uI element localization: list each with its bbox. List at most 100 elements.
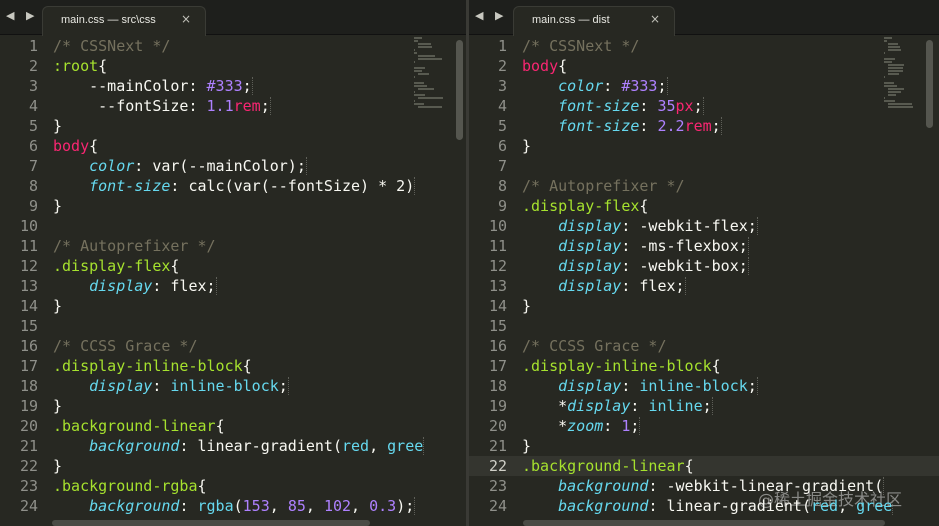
code-line[interactable]: font-size: 2.2rem; xyxy=(522,116,884,136)
minimap[interactable] xyxy=(884,36,922,126)
code-line[interactable]: color: #333; xyxy=(522,76,884,96)
code-line[interactable]: --fontSize: 1.1rem; xyxy=(53,96,413,116)
indent-guide xyxy=(702,97,704,115)
editor-pane-left[interactable]: ◀ ▶ main.css — src\css × 1 2 3 4 5 6 7 8 9 10 11 12… xyxy=(0,0,466,526)
code-line[interactable]: } xyxy=(53,116,413,136)
code-line[interactable]: display: flex; xyxy=(53,276,413,296)
line-number: 12 xyxy=(19,257,38,275)
code-area[interactable]: /* CSSNext */:root{ --mainColor: #333; -… xyxy=(53,36,425,516)
code-token: zoom xyxy=(567,417,604,435)
code-line[interactable]: .background-linear{ xyxy=(514,456,939,476)
code-token: display xyxy=(558,377,622,395)
code-line[interactable]: background: rgba(153, 85, 102, 0.3); xyxy=(53,496,416,516)
code-line[interactable]: } xyxy=(53,296,413,316)
code-token: } xyxy=(53,457,63,475)
minimap-line xyxy=(418,58,442,60)
minimap-line xyxy=(414,100,415,102)
code-line[interactable]: .display-flex{ xyxy=(522,196,884,216)
code-token: { xyxy=(711,357,721,375)
code-token: gree xyxy=(387,437,424,455)
code-line[interactable]: /* CSSNext */ xyxy=(53,36,413,56)
line-number: 19 xyxy=(19,397,38,415)
code-token: , xyxy=(838,497,857,515)
code-line[interactable]: display: -webkit-flex; xyxy=(522,216,884,236)
line-number: 23 xyxy=(488,477,507,495)
line-number: 22 xyxy=(469,456,515,476)
line-number: 4 xyxy=(497,97,507,115)
code-line[interactable]: /* Autoprefixer */ xyxy=(53,236,413,256)
line-number: 3 xyxy=(497,77,507,95)
code-line[interactable]: /* CCSS Grace */ xyxy=(53,336,413,356)
line-number: 6 xyxy=(497,137,507,155)
code-line[interactable]: .display-inline-block{ xyxy=(522,356,884,376)
line-number: 24 xyxy=(488,497,507,515)
code-line[interactable]: *zoom: 1; xyxy=(522,416,884,436)
code-token: { xyxy=(170,257,180,275)
code-line[interactable]: font-size: calc(var(--fontSize) * 2) xyxy=(53,176,416,196)
nav-arrows[interactable]: ◀ ▶ xyxy=(6,9,38,22)
code-line[interactable]: } xyxy=(522,296,884,316)
close-icon[interactable]: × xyxy=(650,12,660,26)
code-line[interactable]: display: inline-block; xyxy=(53,376,413,396)
code-line[interactable]: /* CCSS Grace */ xyxy=(522,336,884,356)
code-line[interactable]: .display-flex{ xyxy=(53,256,413,276)
code-line[interactable]: font-size: 35px; xyxy=(522,96,884,116)
code-token: : flex; xyxy=(152,277,216,295)
code-line[interactable]: :root{ xyxy=(53,56,413,76)
code-line[interactable]: display: inline-block; xyxy=(522,376,884,396)
line-number: 7 xyxy=(28,157,38,175)
code-line[interactable]: display: -ms-flexbox; xyxy=(522,236,884,256)
code-line[interactable]: /* Autoprefixer */ xyxy=(522,176,884,196)
code-line[interactable]: *display: inline; xyxy=(522,396,884,416)
code-line[interactable]: } xyxy=(522,436,884,456)
horizontal-scrollbar[interactable] xyxy=(52,520,370,526)
code-area[interactable]: /* CSSNext */body{ color: #333; font-siz… xyxy=(514,36,939,516)
code-token: .background-linear xyxy=(53,417,216,435)
code-token: { xyxy=(215,417,225,435)
code-line[interactable]: .background-rgba{ xyxy=(53,476,413,496)
minimap[interactable] xyxy=(414,36,452,126)
minimap-line xyxy=(888,49,901,51)
code-line[interactable] xyxy=(522,316,884,336)
code-token: : -webkit-box; xyxy=(621,257,748,275)
code-line[interactable] xyxy=(53,216,413,236)
code-line[interactable]: body{ xyxy=(53,136,413,156)
code-line[interactable]: background: linear-gradient(red, gree xyxy=(53,436,425,456)
code-token: ( xyxy=(233,497,243,515)
code-line[interactable]: } xyxy=(53,196,413,216)
code-token: background xyxy=(89,497,180,515)
code-line[interactable] xyxy=(53,316,413,336)
code-line[interactable]: /* CSSNext */ xyxy=(522,36,884,56)
code-token: background xyxy=(558,497,649,515)
code-token: , xyxy=(269,497,288,515)
vertical-scrollbar[interactable] xyxy=(456,40,463,140)
code-token: : xyxy=(639,97,658,115)
vertical-scrollbar[interactable] xyxy=(926,40,933,128)
code-line[interactable]: color: var(--mainColor); xyxy=(53,156,413,176)
tab-main-css-src[interactable]: main.css — src\css × xyxy=(42,6,206,36)
code-line[interactable]: } xyxy=(53,396,413,416)
tab-main-css-dist[interactable]: main.css — dist × xyxy=(513,6,675,36)
code-line[interactable]: display: -webkit-box; xyxy=(522,256,884,276)
close-icon[interactable]: × xyxy=(181,12,191,26)
line-number: 22 xyxy=(19,457,38,475)
nav-arrows[interactable]: ◀ ▶ xyxy=(475,9,507,22)
code-line[interactable]: .background-linear{ xyxy=(53,416,413,436)
horizontal-scrollbar[interactable] xyxy=(523,520,885,526)
code-line[interactable]: .display-inline-block{ xyxy=(53,356,413,376)
code-line[interactable]: background: linear-gradient(red, gree xyxy=(522,496,894,516)
code-line[interactable]: display: flex; xyxy=(522,276,884,296)
code-line[interactable]: --mainColor: #333; xyxy=(53,76,413,96)
indent-guide xyxy=(269,97,271,115)
code-line[interactable]: body{ xyxy=(522,56,884,76)
code-line[interactable] xyxy=(522,156,884,176)
editor-pane-right[interactable]: ◀ ▶ main.css — dist × 1 2 3 4 5 6 7 8 9 10 11 12 13 1… xyxy=(469,0,939,526)
indent-guide xyxy=(414,497,416,515)
code-line[interactable]: } xyxy=(522,136,884,156)
code-line[interactable]: } xyxy=(53,456,413,476)
indent-guide xyxy=(305,157,307,175)
code-line[interactable]: background: -webkit-linear-gradient( xyxy=(522,476,885,496)
